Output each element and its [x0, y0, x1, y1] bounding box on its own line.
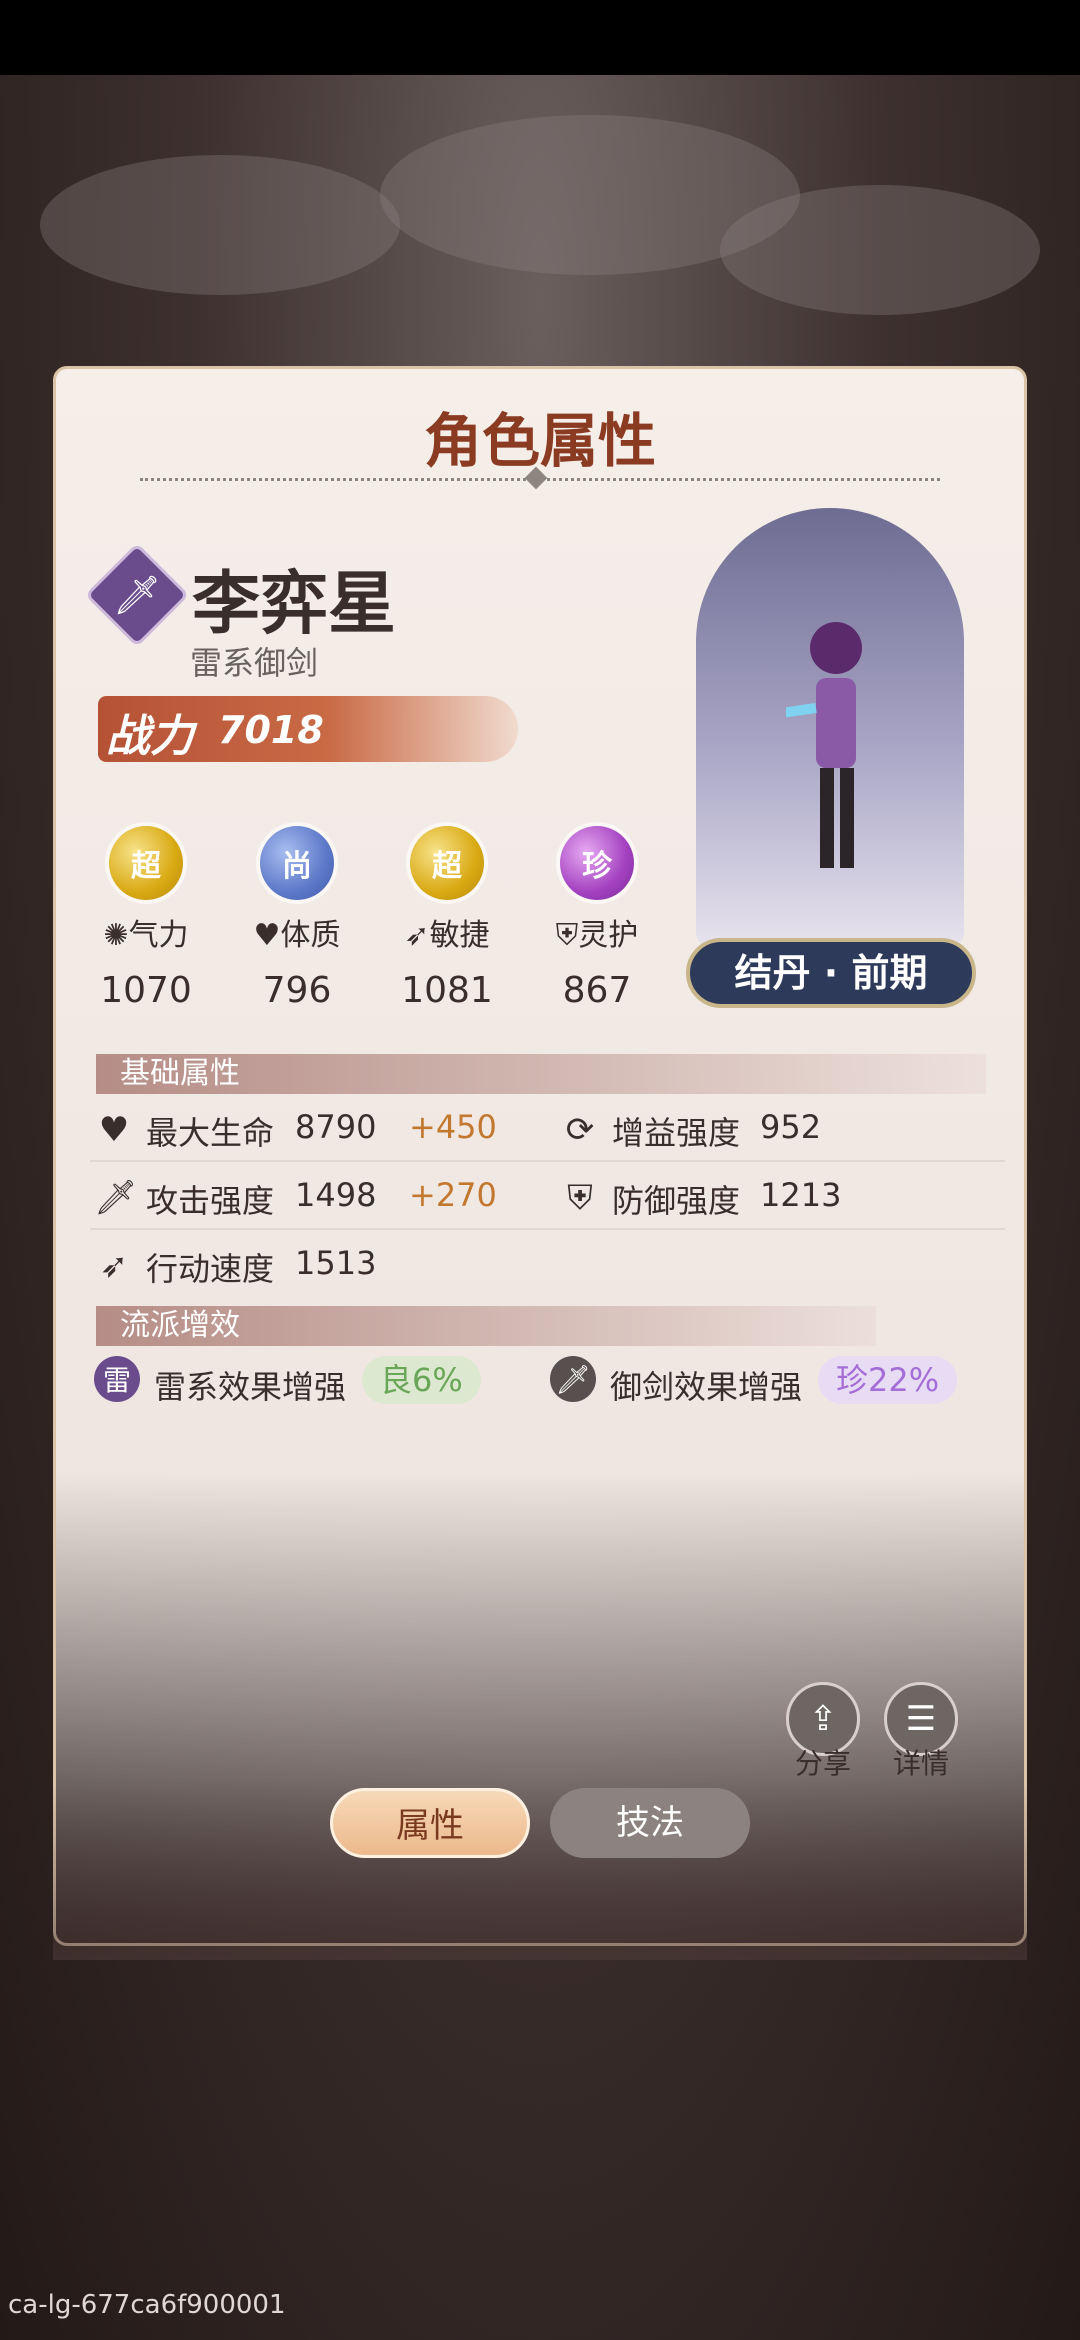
- realm-badge: 结丹 · 前期: [686, 938, 976, 1008]
- stat-label: ♥体质: [253, 918, 341, 953]
- attr-value-max-hp: 8790: [295, 1108, 377, 1146]
- attr-bonus-max-hp: +450: [409, 1108, 497, 1146]
- stat-strength[interactable]: 超 ✺气力 1070: [71, 826, 221, 1011]
- section-school-bonus: 流派增效: [96, 1306, 876, 1346]
- grade-badge: 超: [410, 826, 484, 900]
- heart-icon: ♥: [253, 918, 281, 953]
- row-divider: [90, 1160, 1005, 1162]
- status-bar: [0, 0, 1080, 75]
- attr-label-max-hp: 最大生命: [146, 1114, 275, 1152]
- wing-icon: ➶: [404, 918, 430, 953]
- stat-constitution[interactable]: 尚 ♥体质 796: [222, 826, 372, 1011]
- sword-icon: 🗡: [94, 1178, 138, 1218]
- attr-label-defense: 防御强度: [612, 1182, 741, 1220]
- details-label: 详情: [892, 1747, 949, 1780]
- stat-value: 867: [562, 970, 632, 1011]
- attr-value-defense: 1213: [760, 1176, 842, 1214]
- panel-title: 角色属性: [423, 407, 656, 475]
- stat-agility[interactable]: 超 ➶敏捷 1081: [372, 826, 522, 1011]
- attr-value-attack: 1498: [295, 1176, 377, 1214]
- character-portrait[interactable]: [696, 508, 964, 948]
- heart-icon: ♥: [98, 1110, 130, 1150]
- stat-value: 796: [262, 970, 332, 1011]
- attr-label-speed: 行动速度: [146, 1250, 275, 1288]
- stat-value: 1070: [100, 970, 192, 1011]
- section-basic-attributes: 基础属性: [96, 1054, 986, 1094]
- build-id: ca-lg-677ca6f900001: [8, 2290, 286, 2320]
- attr-value-speed: 1513: [295, 1244, 377, 1282]
- stat-label: ➶敏捷: [404, 918, 490, 953]
- grade-badge: 尚: [260, 826, 334, 900]
- share-icon: ⇪: [808, 1699, 838, 1739]
- sword-icon: 🗡: [550, 1356, 596, 1402]
- character-figure: [786, 622, 862, 868]
- tab-attributes[interactable]: 属性: [330, 1788, 530, 1858]
- school-label-sword: 御剑效果增强: [610, 1368, 803, 1406]
- attr-value-buff-strength: 952: [760, 1108, 822, 1146]
- cycle-icon: ⟳: [565, 1110, 595, 1150]
- attr-label-attack: 攻击强度: [146, 1182, 275, 1220]
- attr-bonus-attack: +270: [409, 1176, 497, 1214]
- list-icon: ☰: [905, 1699, 937, 1739]
- power-label: 战力: [106, 711, 194, 762]
- stat-spirit-guard[interactable]: 珍 ⛨灵护 867: [522, 826, 672, 1011]
- panel-fade: [53, 1780, 1027, 1960]
- row-divider: [90, 1228, 1005, 1230]
- stat-value: 1081: [401, 970, 493, 1011]
- school-grade-thunder: 良6%: [362, 1356, 481, 1404]
- character-school: 雷系御剑: [190, 644, 319, 682]
- power-value: 7018: [218, 708, 324, 752]
- grade-badge: 超: [109, 826, 183, 900]
- shield-icon: ⛨: [567, 1178, 593, 1218]
- stat-label: ⛨灵护: [555, 918, 639, 953]
- shield-icon: ⛨: [555, 918, 579, 953]
- burst-icon: ✺: [103, 918, 129, 953]
- stat-label: ✺气力: [103, 918, 189, 953]
- share-label: 分享: [794, 1747, 851, 1780]
- school-label-thunder: 雷系效果增强: [154, 1368, 347, 1406]
- tab-techniques[interactable]: 技法: [550, 1788, 750, 1858]
- grade-badge: 珍: [560, 826, 634, 900]
- character-name: 李弈星: [192, 565, 397, 644]
- school-grade-sword: 珍22%: [818, 1356, 958, 1404]
- thunder-icon: 雷: [94, 1356, 140, 1402]
- attr-label-buff-strength: 增益强度: [612, 1114, 741, 1152]
- wing-icon: ➶: [99, 1246, 129, 1286]
